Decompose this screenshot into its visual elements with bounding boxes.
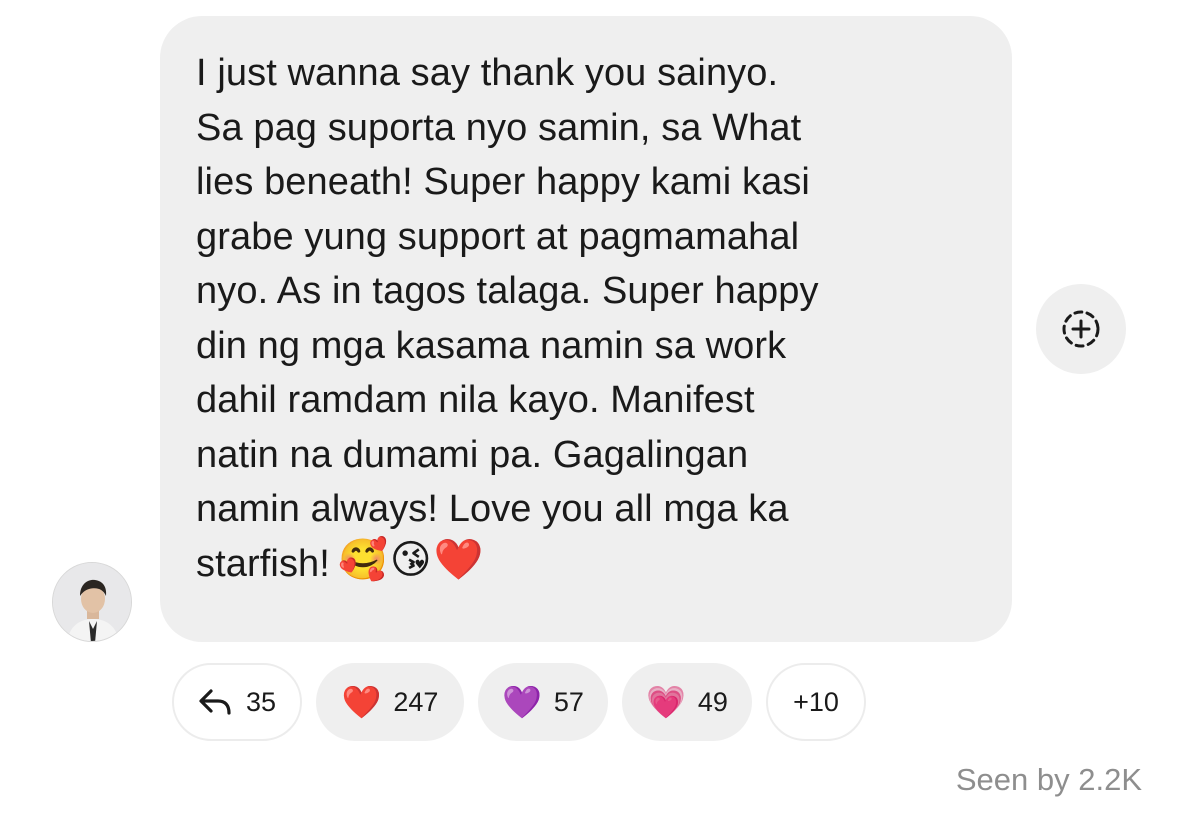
message-bubble[interactable]: I just wanna say thank you sainyo. Sa pa… [160,16,1012,642]
add-reaction-button[interactable] [1036,284,1126,374]
growing-heart-icon: 💗 [646,684,686,720]
kiss-emoji: 😘 [389,538,432,583]
red-heart-icon: ❤️ [341,684,382,720]
smiling-face-hearts-emoji: 🥰 [337,538,388,583]
more-reactions-button[interactable]: +10 [766,663,866,741]
reaction-purple-heart[interactable]: 💜 57 [478,663,608,741]
reactions-bar: 35 ❤️ 247 💜 57 💗 49 +10 [172,663,866,743]
reply-count-button[interactable]: 35 [172,663,302,741]
reaction-heart[interactable]: ❤️ 247 [316,663,464,741]
add-reaction-icon [1062,310,1100,348]
reaction-count: 49 [697,686,728,717]
reaction-count: 57 [553,686,584,717]
avatar-image [53,563,131,641]
message-emojis: 🥰😘❤️ [338,534,486,589]
message-text: I just wanna say thank you sainyo. Sa pa… [196,46,982,593]
reply-count: 35 [245,686,277,717]
message-thread: I just wanna say thank you sainyo. Sa pa… [0,0,1200,823]
more-reactions-label: +10 [793,686,839,717]
reply-arrow-icon [198,687,234,717]
reaction-count: 247 [393,686,439,717]
seen-by-status[interactable]: Seen by 2.2K [956,762,1142,798]
purple-heart-icon: 💜 [502,684,542,720]
avatar[interactable] [52,562,132,642]
reaction-growing-heart[interactable]: 💗 49 [622,663,752,741]
red-heart-emoji: ❤️ [433,538,484,583]
